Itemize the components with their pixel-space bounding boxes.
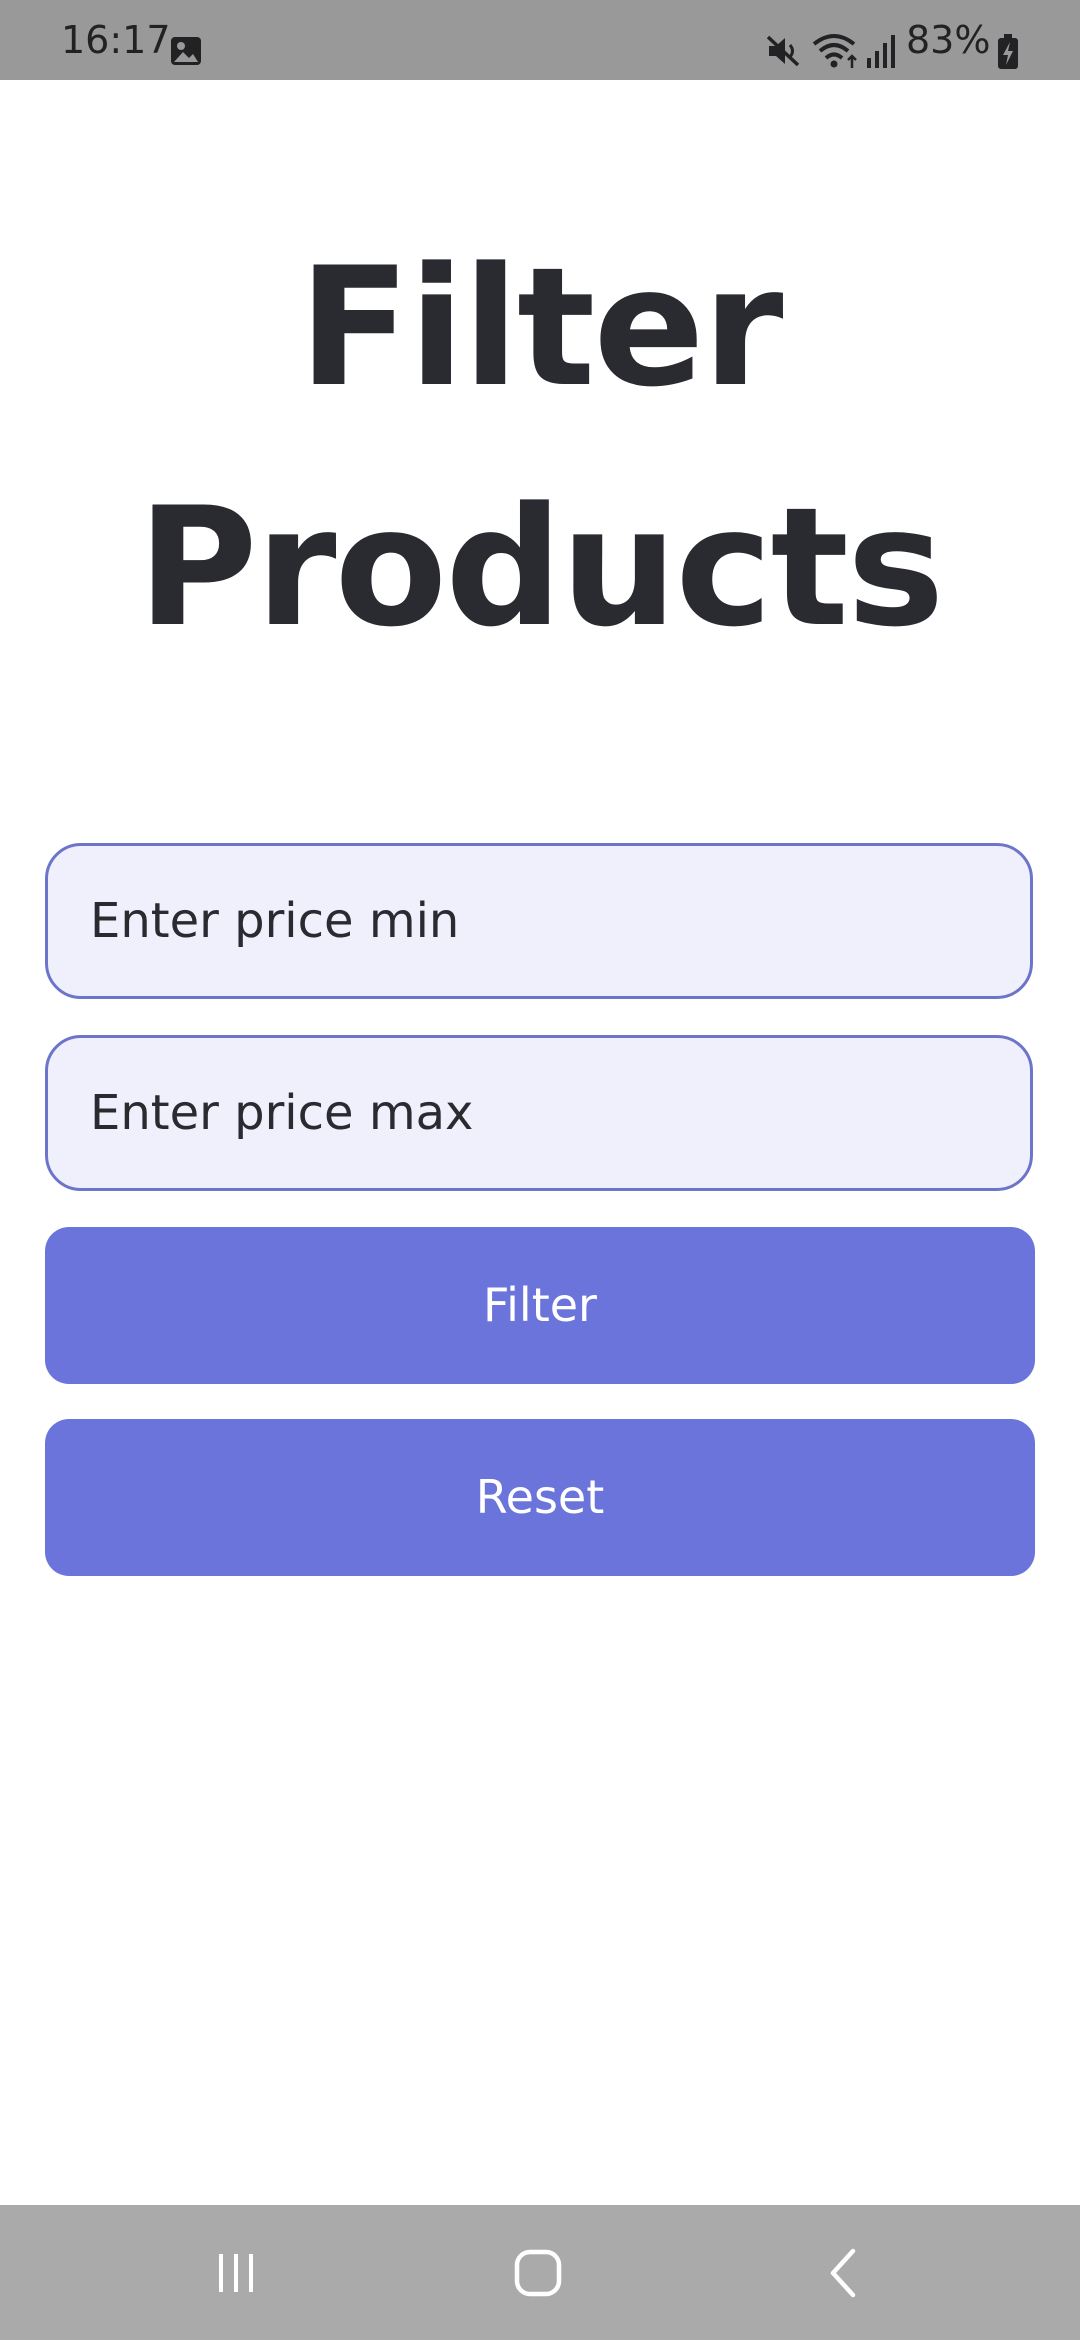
page-title: Filter Products [137,232,944,663]
signal-icon [866,34,896,68]
price-max-input[interactable] [45,1035,1033,1191]
battery-charging-icon [996,34,1020,70]
mute-icon [765,33,801,69]
filter-button[interactable]: Filter [45,1227,1035,1384]
recents-button[interactable] [156,2205,316,2340]
home-button[interactable] [458,2205,618,2340]
status-time: 16:17 [61,18,171,62]
wifi-icon [812,32,860,70]
price-min-input[interactable] [45,843,1033,999]
reset-button[interactable]: Reset [45,1419,1035,1576]
status-bar: 16:17 83% [0,0,1080,80]
back-button[interactable] [762,2205,922,2340]
navigation-bar [0,2205,1080,2340]
battery-percent: 83% [906,18,991,62]
gallery-icon [169,35,203,67]
